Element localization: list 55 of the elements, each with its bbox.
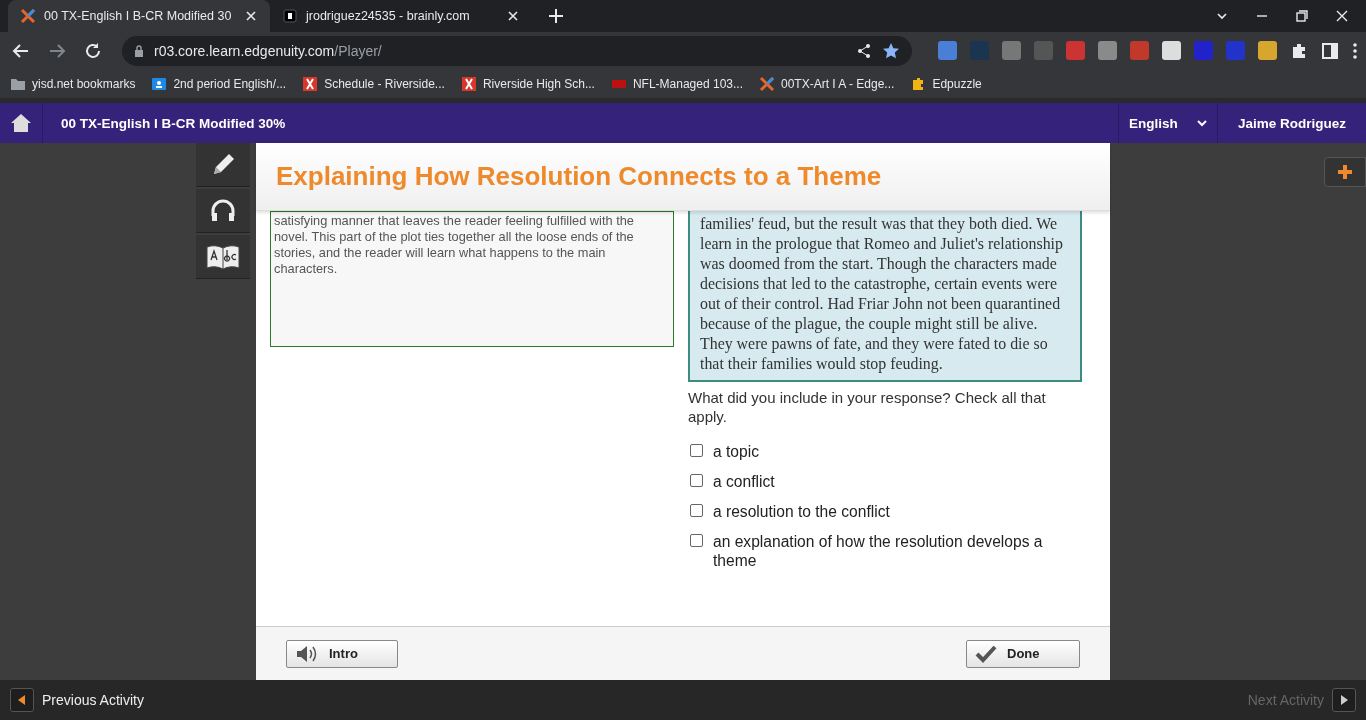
puzzle-icon[interactable] xyxy=(1290,41,1308,60)
option-label[interactable]: a conflict xyxy=(713,472,775,491)
checkbox[interactable] xyxy=(690,474,703,487)
bookmark[interactable]: Edpuzzle xyxy=(910,75,982,92)
new-tab-icon[interactable] xyxy=(546,6,566,26)
chevron-down-icon[interactable] xyxy=(1216,10,1228,22)
response-field[interactable]: satisfying manner that leaves the reader feeling fulfilled with the novel. This part of the plot ties together all the loose ends of the stories, and the reader will learn what happens to the main characters. xyxy=(270,211,674,347)
headphones-tool[interactable] xyxy=(196,189,250,233)
menu-icon[interactable] xyxy=(1352,41,1358,60)
share-icon[interactable] xyxy=(856,42,872,59)
address-bar[interactable]: r03.core.learn.edgenuity.com/Player/ xyxy=(122,35,912,66)
browser-tab[interactable]: 00 TX-English I B-CR Modified 30 xyxy=(8,0,270,32)
checkbox[interactable] xyxy=(690,504,703,517)
sample-response: families' feud, but the result was that they both died. We learn in the prologue that Romeo and Juliet's relationship was doomed from the start. Though the characters made decisions that led to the catastrophe, certain events were out of their control. Had Friar John not been quarantined because of the plague, the couple might still be alive. They were pawns of fate, and they were fated to die so that their families would stop feuding. xyxy=(688,211,1082,382)
course-title: 00 TX-English I B-CR Modified 30% xyxy=(61,115,287,131)
side-panel-icon[interactable] xyxy=(1321,41,1339,60)
x-logo-icon xyxy=(460,75,477,92)
bookmark[interactable]: 00TX-Art I A - Edge... xyxy=(759,75,895,92)
home-icon[interactable] xyxy=(10,113,32,133)
x-logo-icon xyxy=(759,75,775,92)
close-icon[interactable] xyxy=(244,9,258,23)
question-text: What did you include in your response? Check all that apply. xyxy=(688,388,1047,426)
close-icon[interactable] xyxy=(1336,10,1348,22)
bookmark[interactable]: yisd.net bookmarks xyxy=(10,75,136,92)
language-dropdown[interactable]: English xyxy=(1117,103,1218,143)
browser-tab[interactable]: jrodriguez24535 - brainly.com xyxy=(270,0,532,32)
x-logo-icon xyxy=(20,8,36,24)
speaker-icon xyxy=(295,643,319,664)
close-icon[interactable] xyxy=(506,9,520,23)
checkbox[interactable] xyxy=(690,444,703,457)
checkmark-icon xyxy=(975,644,997,663)
chevron-down-icon xyxy=(1196,119,1207,127)
bookmark[interactable]: Schedule - Riverside... xyxy=(302,75,445,92)
restore-icon[interactable] xyxy=(1296,10,1308,22)
x-logo-icon xyxy=(302,75,319,92)
right-arrow-icon xyxy=(1340,695,1348,705)
pencil-tool[interactable] xyxy=(196,143,250,187)
bookmark[interactable]: NFL-Managed 103... xyxy=(610,75,743,92)
checkbox[interactable] xyxy=(690,534,703,547)
dictionary-tool[interactable] xyxy=(196,235,250,279)
plus-icon[interactable] xyxy=(1337,164,1353,180)
lock-icon xyxy=(134,44,144,57)
left-arrow-icon xyxy=(18,695,26,705)
option-label[interactable]: an explanation of how the resolution develops a theme xyxy=(713,532,1082,570)
previous-activity-link[interactable]: Previous Activity xyxy=(10,688,144,712)
bookmark[interactable]: Riverside High Sch... xyxy=(460,75,595,92)
user-name[interactable]: Jaime Rodriguez xyxy=(1217,115,1366,131)
star-icon[interactable] xyxy=(882,41,900,60)
option-label[interactable]: a topic xyxy=(713,442,759,461)
lesson-title: Explaining How Resolution Connects to a Theme xyxy=(276,161,882,192)
bookmark[interactable]: 2nd period English/... xyxy=(151,75,287,92)
done-button[interactable]: Done xyxy=(966,639,1080,668)
classroom-icon xyxy=(151,75,168,92)
intro-button[interactable]: Intro xyxy=(286,639,398,668)
option-label[interactable]: a resolution to the conflict xyxy=(713,502,890,521)
